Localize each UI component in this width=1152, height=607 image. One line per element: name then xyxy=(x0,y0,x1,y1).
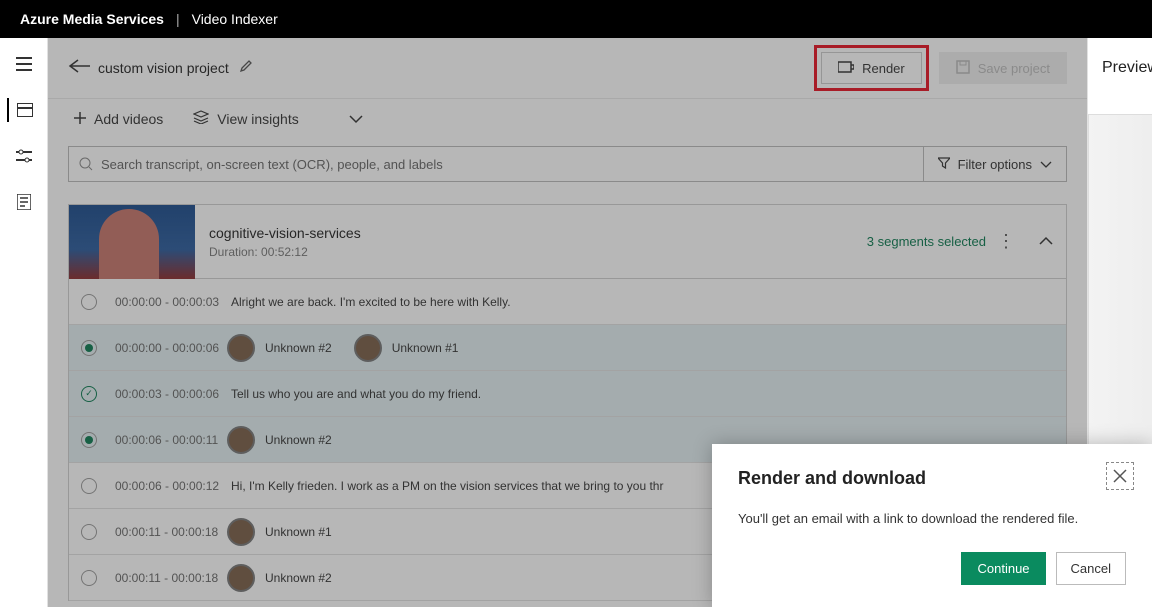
select-circle[interactable] xyxy=(81,294,97,310)
plus-icon xyxy=(74,111,86,127)
render-button[interactable]: Render xyxy=(821,52,922,84)
render-dialog: Render and download You'll get an email … xyxy=(712,444,1152,607)
segment-row[interactable]: 00:00:00 - 00:00:03 Alright we are back.… xyxy=(69,279,1066,325)
speaker-name: Unknown #2 xyxy=(265,433,332,447)
project-header: custom vision project Render Save projec… xyxy=(48,38,1087,98)
search-icon xyxy=(79,157,93,171)
close-icon[interactable] xyxy=(1106,462,1134,490)
separator: | xyxy=(176,11,180,27)
render-icon xyxy=(838,61,854,76)
hamburger-icon[interactable] xyxy=(8,52,40,76)
project-name: custom vision project xyxy=(98,60,229,76)
time-range: 00:00:00 - 00:00:06 xyxy=(115,341,227,355)
dialog-title: Render and download xyxy=(738,468,1126,489)
avatar xyxy=(227,334,255,362)
time-range: 00:00:06 - 00:00:12 xyxy=(115,479,227,493)
select-circle[interactable] xyxy=(81,340,97,356)
speaker-name: Unknown #1 xyxy=(392,341,459,355)
add-videos-button[interactable]: Add videos xyxy=(68,107,169,131)
render-label: Render xyxy=(862,61,905,76)
segment-text: Alright we are back. I'm excited to be h… xyxy=(231,295,511,309)
select-circle[interactable] xyxy=(81,478,97,494)
edit-icon[interactable] xyxy=(239,59,253,78)
projects-icon[interactable] xyxy=(7,98,39,122)
time-range: 00:00:11 - 00:00:18 xyxy=(115,525,227,539)
time-range: 00:00:00 - 00:00:03 xyxy=(115,295,227,309)
speaker-name: Unknown #2 xyxy=(265,341,332,355)
save-label: Save project xyxy=(978,61,1050,76)
time-range: 00:00:06 - 00:00:11 xyxy=(115,433,227,447)
save-icon xyxy=(956,60,970,77)
chevron-down-icon xyxy=(1040,157,1052,172)
segment-row[interactable]: 00:00:00 - 00:00:06 Unknown #2 Unknown #… xyxy=(69,325,1066,371)
back-icon[interactable] xyxy=(68,59,88,78)
filter-label: Filter options xyxy=(958,157,1032,172)
feature-name: Video Indexer xyxy=(192,11,278,27)
select-circle[interactable] xyxy=(81,432,97,448)
segment-row[interactable]: ✓ 00:00:03 - 00:00:06 Tell us who you ar… xyxy=(69,371,1066,417)
clip-thumbnail[interactable] xyxy=(69,205,195,279)
avatar xyxy=(227,564,255,592)
save-project-button: Save project xyxy=(939,52,1067,84)
segment-text: Hi, I'm Kelly frieden. I work as a PM on… xyxy=(231,479,663,493)
preview-title: Preview xyxy=(1088,38,1152,98)
filter-icon xyxy=(938,157,950,172)
add-videos-label: Add videos xyxy=(94,111,163,127)
layers-icon xyxy=(193,110,209,127)
avatar xyxy=(227,518,255,546)
clip-header: cognitive-vision-services Duration: 00:5… xyxy=(69,205,1066,279)
time-range: 00:00:11 - 00:00:18 xyxy=(115,571,227,585)
search-placeholder: Search transcript, on-screen text (OCR),… xyxy=(101,157,443,172)
avatar xyxy=(354,334,382,362)
toolbar-chevron-down[interactable] xyxy=(343,110,369,128)
more-icon[interactable]: ⋮ xyxy=(986,231,1026,252)
transcript-icon[interactable] xyxy=(8,190,40,214)
toolbar: Add videos View insights xyxy=(48,98,1087,138)
view-insights-button[interactable]: View insights xyxy=(187,106,304,131)
left-rail xyxy=(0,38,48,607)
titlebar: Azure Media Services | Video Indexer xyxy=(0,0,1152,38)
speaker-name: Unknown #2 xyxy=(265,571,332,585)
clip-title: cognitive-vision-services xyxy=(209,225,787,241)
settings-sliders-icon[interactable] xyxy=(8,144,40,168)
filter-options-button[interactable]: Filter options xyxy=(924,146,1067,182)
select-circle[interactable] xyxy=(81,524,97,540)
time-range: 00:00:03 - 00:00:06 xyxy=(115,387,227,401)
cancel-button[interactable]: Cancel xyxy=(1056,552,1126,585)
segment-text: Tell us who you are and what you do my f… xyxy=(231,387,481,401)
render-highlight: Render xyxy=(814,45,929,91)
avatar xyxy=(227,426,255,454)
segments-selected-label: 3 segments selected xyxy=(787,234,986,249)
select-circle[interactable] xyxy=(81,570,97,586)
dialog-body: You'll get an email with a link to downl… xyxy=(738,511,1126,526)
search-input[interactable]: Search transcript, on-screen text (OCR),… xyxy=(68,146,924,182)
collapse-icon[interactable] xyxy=(1026,233,1066,251)
product-name: Azure Media Services xyxy=(20,11,164,27)
speaker-name: Unknown #1 xyxy=(265,525,332,539)
clip-duration: Duration: 00:52:12 xyxy=(209,245,787,259)
continue-button[interactable]: Continue xyxy=(961,552,1045,585)
select-circle-check[interactable]: ✓ xyxy=(81,386,97,402)
view-insights-label: View insights xyxy=(217,111,298,127)
